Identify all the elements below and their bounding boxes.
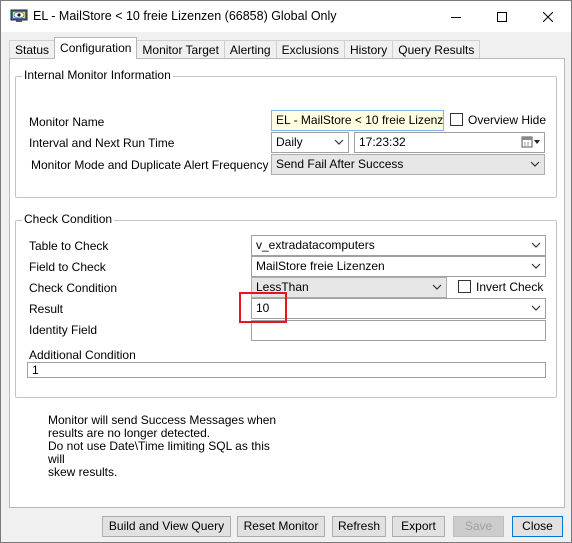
additional-condition-input[interactable]: 1: [27, 362, 546, 378]
close-window-button[interactable]: [525, 1, 571, 32]
mode-select[interactable]: Send Fail After Success: [271, 154, 545, 175]
mode-value: Send Fail After Success: [276, 157, 404, 171]
maximize-icon: [497, 11, 507, 22]
window-title: EL - MailStore < 10 freie Lizenzen (6685…: [33, 9, 337, 23]
chevron-down-icon: [531, 305, 541, 311]
interval-label: Interval and Next Run Time: [29, 136, 175, 150]
field-to-check-label: Field to Check: [29, 260, 106, 274]
tab-strip: Status Configuration Monitor Target Aler…: [9, 37, 481, 59]
overview-hide-checkbox[interactable]: [450, 113, 463, 126]
result-label: Result: [29, 302, 64, 316]
tab-history[interactable]: History: [343, 40, 394, 59]
calendar-dropdown-icon[interactable]: [521, 136, 541, 149]
refresh-button[interactable]: Refresh: [332, 516, 386, 537]
interval-value: Daily: [276, 135, 303, 149]
mode-label: Monitor Mode and Duplicate Alert Frequen…: [31, 158, 269, 172]
additional-condition-label: Additional Condition: [29, 348, 136, 362]
table-to-check-value: v_extradatacomputers: [256, 238, 375, 252]
chevron-down-icon: [531, 242, 541, 248]
invert-check-label: Invert Check: [476, 280, 544, 294]
monitor-name-input[interactable]: EL - MailStore < 10 freie Lizenzen: [271, 110, 444, 131]
success-message-note: Monitor will send Success Messages when …: [48, 414, 278, 479]
result-value: 10: [256, 301, 270, 315]
invert-check-checkbox[interactable]: [458, 280, 471, 293]
export-button[interactable]: Export: [392, 516, 445, 537]
note-line-4: skew results.: [48, 465, 118, 479]
monitor-name-label: Monitor Name: [29, 115, 105, 129]
next-run-time-picker[interactable]: 17:23:32: [354, 132, 545, 153]
chevron-down-icon: [530, 161, 540, 167]
table-to-check-label: Table to Check: [29, 239, 109, 253]
overview-hide-label: Overview Hide: [468, 113, 547, 127]
check-condition-select[interactable]: LessThan: [251, 277, 447, 298]
tab-configuration[interactable]: Configuration: [54, 37, 138, 59]
table-to-check-select[interactable]: v_extradatacomputers: [251, 235, 546, 256]
note-line-3: Do not use Date\Time limiting SQL as thi…: [48, 439, 270, 466]
close-icon: [543, 11, 553, 22]
chevron-down-icon: [432, 284, 442, 290]
result-select[interactable]: 10: [251, 298, 546, 319]
identity-field-label: Identity Field: [29, 323, 98, 337]
field-to-check-value: MailStore freie Lizenzen: [256, 259, 385, 273]
title-bar: EL - MailStore < 10 freie Lizenzen (6685…: [1, 1, 571, 32]
tab-status[interactable]: Status: [9, 40, 56, 59]
internal-monitor-group-title: Internal Monitor Information: [22, 68, 173, 82]
check-condition-group-title: Check Condition: [22, 212, 115, 226]
interval-select[interactable]: Daily: [271, 132, 349, 153]
tab-query-results[interactable]: Query Results: [392, 40, 481, 59]
chevron-down-icon: [531, 263, 541, 269]
save-button[interactable]: Save: [453, 516, 504, 537]
check-condition-value: LessThan: [256, 280, 309, 294]
monitor-window: EL - MailStore < 10 freie Lizenzen (6685…: [0, 0, 572, 543]
next-run-time-value: 17:23:32: [359, 135, 406, 149]
tab-alerting[interactable]: Alerting: [223, 40, 277, 59]
minimize-icon: [451, 16, 461, 18]
close-button[interactable]: Close: [512, 516, 563, 537]
chevron-down-icon: [334, 139, 344, 145]
field-to-check-select[interactable]: MailStore freie Lizenzen: [251, 256, 546, 277]
check-condition-label: Check Condition: [29, 281, 118, 295]
maximize-button[interactable]: [479, 1, 525, 32]
identity-field-input[interactable]: [251, 320, 546, 341]
minimize-button[interactable]: [433, 1, 479, 32]
app-icon: [10, 9, 28, 22]
build-view-query-button[interactable]: Build and View Query: [102, 516, 231, 537]
tab-monitor-target[interactable]: Monitor Target: [136, 40, 225, 59]
reset-monitor-button[interactable]: Reset Monitor: [237, 516, 325, 537]
tab-exclusions[interactable]: Exclusions: [275, 40, 345, 59]
